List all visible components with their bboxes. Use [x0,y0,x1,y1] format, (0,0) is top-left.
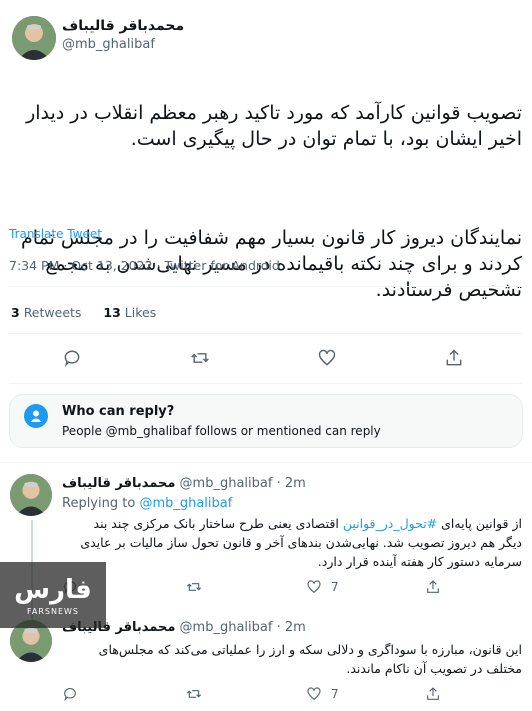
person-icon [24,404,48,428]
who-can-reply-title: Who can reply? [62,404,175,419]
hashtag-link[interactable]: #تحول_در_قوانین [343,516,437,531]
reply-author-handle[interactable]: @mb_ghalibaf [180,476,273,491]
reply-text-rest: دیگر هم دیروز تصویب شد. نهایی‌شدن بندهای… [80,535,522,569]
tweet-timestamp[interactable]: 7:34 PM · Oct 13, 2022 · Twitter for And… [9,258,280,273]
divider [9,383,523,384]
share-icon[interactable] [425,579,441,595]
reply-author-handle[interactable]: @mb_ghalibaf [180,620,273,635]
reply-header: محمدباقر قالیباف @mb_ghalibaf · 2m [62,476,306,491]
reply-text: این قانون، مبارزه با سوداگری و دلالی سکه… [98,642,522,676]
reply-author-name[interactable]: محمدباقر قالیباف [62,476,175,491]
retweets-label: Retweets [23,305,82,320]
reply-text-part: اقتصادی یعنی طرح ساختار بانک مرکزی چند ب… [93,516,343,531]
tweet-paragraph-1: تصویب قوانین کارآمد که مورد تاکید رهبر م… [26,102,522,150]
replying-to-handle[interactable]: @mb_ghalibaf [139,496,232,511]
likes-count: 13 [103,305,121,320]
retweet-icon[interactable] [186,579,202,595]
share-icon[interactable] [444,348,464,368]
likes-stat[interactable]: 13 Likes [103,305,156,320]
replying-to-label: Replying to [62,496,136,511]
retweet-icon[interactable] [190,348,210,368]
who-can-reply-description: People @mb_ghalibaf follows or mentioned… [62,424,381,438]
like-count: 7 [331,580,339,594]
divider [9,333,523,334]
farsnews-watermark: فارس FARSNEWS [0,562,106,628]
retweets-stat[interactable]: 3 Retweets [11,305,85,320]
comment-icon[interactable] [62,686,78,702]
avatar[interactable] [10,474,52,516]
like-count: 7 [331,687,339,701]
avatar[interactable] [12,16,56,60]
watermark-caption: FARSNEWS [26,606,79,616]
retweet-icon[interactable] [186,686,202,702]
reply-text: از قوانین پایه‌ای #تحول_در_قوانین اقتصاد… [62,514,522,571]
heart-icon[interactable] [317,348,337,368]
replying-to: Replying to @mb_ghalibaf [62,496,232,511]
share-icon[interactable] [425,686,441,702]
divider [9,286,523,287]
likes-label: Likes [124,305,157,320]
reply-time[interactable]: · 2m [277,476,306,491]
tweet-stats: 3 Retweets 13 Likes [11,305,156,320]
watermark-logo: فارس [14,574,92,605]
who-can-reply-box: Who can reply? People @mb_ghalibaf follo… [9,394,523,448]
reply-text-part: از قوانین پایه‌ای [437,516,522,531]
divider [0,462,532,463]
comment-icon[interactable] [62,348,82,368]
reply-time[interactable]: · 2m [277,620,306,635]
author-name[interactable]: محمدباقر قالیباف [62,18,184,34]
author-handle[interactable]: @mb_ghalibaf [62,37,155,52]
heart-icon[interactable] [306,686,322,702]
heart-icon[interactable] [306,579,322,595]
retweets-count: 3 [11,305,20,320]
translate-tweet-link[interactable]: Translate Tweet [9,227,102,241]
tweet-text: تصویب قوانین کارآمد که مورد تاکید رهبر م… [10,74,522,329]
